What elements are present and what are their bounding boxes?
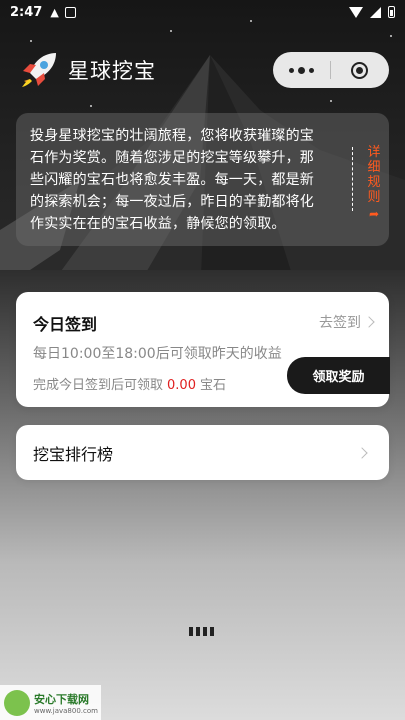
mini-program-capsule: [273, 52, 389, 88]
checkin-status-label: 去签到: [319, 315, 361, 331]
app-title: 星球挖宝: [68, 59, 156, 83]
loading-indicator: [189, 627, 214, 636]
header: 星球挖宝: [18, 50, 156, 90]
wifi-icon: [349, 6, 363, 18]
intro-divider: [352, 147, 353, 211]
reward-value: 0.00: [167, 378, 196, 393]
checkin-reward: 完成今日签到后可领取 0.00 宝石: [33, 374, 226, 393]
checkin-desc: 每日10:00至18:00后可领取昨天的收益: [33, 346, 282, 362]
arrow-share-icon: ➦: [368, 207, 380, 221]
ranking-card[interactable]: 挖宝排行榜: [16, 425, 389, 480]
watermark-url: www.java800.com: [34, 706, 98, 715]
watermark-title: 安心下载网: [34, 692, 89, 706]
ranking-label: 挖宝排行榜: [33, 444, 114, 464]
watermark: 安心下载网 www.java800.com: [0, 685, 101, 720]
record-close-icon: [351, 61, 368, 79]
chevron-right-icon: [363, 316, 375, 328]
checkin-title: 今日签到: [33, 315, 98, 334]
rules-link-label: 详细规则: [367, 145, 381, 205]
battery-icon: [388, 6, 395, 18]
chevron-right-icon: [356, 446, 368, 459]
star: [390, 35, 392, 37]
rocket-icon: [22, 53, 56, 87]
checkin-status-link[interactable]: 去签到: [319, 312, 375, 332]
close-mini-program-button[interactable]: [331, 52, 388, 88]
watermark-logo-icon: [4, 689, 30, 716]
rules-link[interactable]: 详细规则 ➦: [366, 145, 382, 222]
star: [330, 100, 332, 102]
signal-icon: [370, 6, 381, 18]
status-time: 2:47: [10, 4, 43, 20]
reward-prefix: 完成今日签到后可领取: [33, 378, 164, 393]
claim-reward-button[interactable]: 领取奖励: [287, 357, 390, 394]
gallery-icon: [64, 6, 76, 18]
star: [90, 105, 92, 107]
star: [170, 30, 172, 32]
status-bar: 2:47 ▲: [0, 0, 405, 24]
intro-text: 投身星球挖宝的壮阔旅程，您将收获璀璨的宝石作为奖赏。随着您涉足的挖宝等级攀升，那…: [30, 128, 314, 232]
intro-box: 投身星球挖宝的壮阔旅程，您将收获璀璨的宝石作为奖赏。随着您涉足的挖宝等级攀升，那…: [16, 113, 389, 246]
more-dots-icon[interactable]: [273, 52, 330, 88]
notification-icon: ▲: [50, 5, 59, 19]
star: [30, 40, 32, 42]
reward-unit: 宝石: [199, 378, 226, 393]
